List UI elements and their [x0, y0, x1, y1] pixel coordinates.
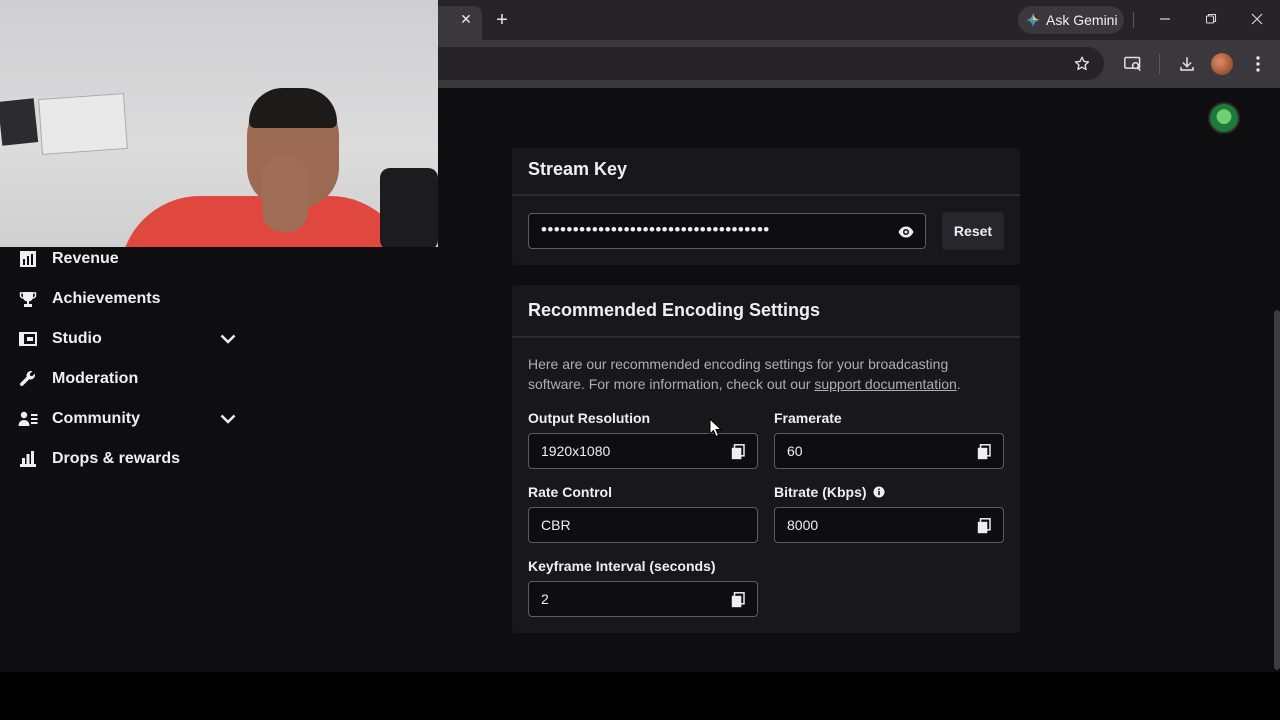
stream-key-masked-value: •••••••••••••••••••••••••••••••••••• — [541, 220, 770, 239]
card-divider — [512, 194, 1020, 196]
stream-key-title: Stream Key — [528, 159, 628, 179]
bookmark-star-icon[interactable] — [1071, 53, 1093, 75]
sidebar-item-label: Drops & rewards — [52, 450, 181, 467]
sidebar-item-achievements[interactable]: Achievements — [0, 281, 250, 317]
output-resolution-field[interactable]: 1920x1080 — [528, 433, 758, 469]
framerate-label: Framerate — [774, 410, 842, 426]
sidebar-item-studio[interactable]: Studio — [0, 321, 250, 357]
keyframe-interval-field[interactable]: 2 — [528, 581, 758, 617]
community-icon — [18, 409, 38, 429]
rate-control-value: CBR — [541, 517, 571, 533]
revenue-chart-icon — [18, 249, 38, 269]
bottom-black-bar — [0, 672, 1280, 720]
encoding-description: Here are our recommended encoding settin… — [528, 354, 1004, 394]
copy-icon[interactable] — [977, 518, 991, 534]
rate-control-field[interactable]: CBR — [528, 507, 758, 543]
wall-certificate — [38, 93, 128, 155]
tab-close-icon[interactable]: ✕ — [458, 10, 474, 28]
rate-control-label: Rate Control — [528, 484, 612, 500]
minimize-icon[interactable] — [1153, 8, 1177, 32]
new-tab-button[interactable]: + — [492, 9, 512, 31]
keyframe-interval-label: Keyframe Interval (seconds) — [528, 558, 716, 574]
tabstrip-divider — [1133, 12, 1134, 28]
address-bar[interactable] — [438, 47, 1104, 80]
output-resolution-label: Output Resolution — [528, 410, 651, 426]
ask-gemini-button[interactable]: Ask Gemini — [1018, 6, 1124, 34]
sidebar-item-moderation[interactable]: Moderation — [0, 361, 250, 397]
drops-icon — [18, 449, 38, 469]
chevron-down-icon[interactable] — [218, 409, 238, 429]
wrench-icon — [18, 369, 38, 389]
user-avatar[interactable] — [1208, 102, 1240, 134]
card-divider — [512, 336, 1020, 338]
sidebar-item-label: Achievements — [52, 290, 161, 307]
page-scrollbar[interactable] — [1274, 310, 1280, 670]
lens-search-icon[interactable] — [1122, 53, 1144, 75]
framerate-field[interactable]: 60 — [774, 433, 1004, 469]
description-suffix: . — [956, 376, 961, 392]
info-icon[interactable] — [873, 486, 885, 498]
browser-menu-icon[interactable] — [1247, 53, 1269, 75]
toolbar-divider — [1159, 54, 1160, 74]
download-icon[interactable] — [1176, 53, 1198, 75]
window-close-icon[interactable] — [1245, 8, 1269, 32]
keyframe-interval-value: 2 — [541, 591, 549, 607]
sidebar-item-label: Moderation — [52, 370, 139, 387]
stream-key-input[interactable]: •••••••••••••••••••••••••••••••••••• — [528, 213, 926, 249]
mouse-cursor-icon — [709, 418, 723, 438]
sidebar-item-community[interactable]: Community — [0, 401, 250, 437]
restore-icon[interactable] — [1199, 8, 1223, 32]
sidebar-item-label: Studio — [52, 330, 102, 347]
copy-icon[interactable] — [731, 444, 745, 460]
gemini-sparkle-icon — [1026, 13, 1040, 27]
framerate-value: 60 — [787, 443, 803, 459]
reset-button[interactable]: Reset — [942, 212, 1004, 250]
encoding-settings-title: Recommended Encoding Settings — [528, 300, 821, 320]
browser-profile-avatar[interactable] — [1211, 53, 1233, 75]
sidebar-item-label: Revenue — [52, 250, 119, 267]
bitrate-value: 8000 — [787, 517, 819, 533]
studio-icon — [18, 329, 38, 349]
chevron-down-icon[interactable] — [218, 329, 238, 349]
eye-icon[interactable] — [895, 222, 917, 242]
sidebar-item-label: Community — [52, 410, 140, 427]
copy-icon[interactable] — [977, 444, 991, 460]
copy-icon[interactable] — [731, 592, 745, 608]
sidebar-item-drops-rewards[interactable]: Drops & rewards — [0, 441, 250, 477]
bitrate-label: Bitrate (Kbps) — [774, 484, 885, 500]
output-resolution-value: 1920x1080 — [541, 443, 611, 459]
person-hair — [249, 88, 337, 128]
trophy-icon — [18, 289, 38, 309]
ask-gemini-label: Ask Gemini — [1046, 12, 1118, 28]
phone-in-hand — [380, 168, 438, 247]
tab-title-fragment — [440, 13, 450, 27]
bitrate-field[interactable]: 8000 — [774, 507, 1004, 543]
wall-poster — [0, 98, 39, 146]
person-hand — [262, 156, 308, 232]
webcam-overlay — [0, 0, 438, 247]
support-documentation-link[interactable]: support documentation — [814, 376, 956, 392]
